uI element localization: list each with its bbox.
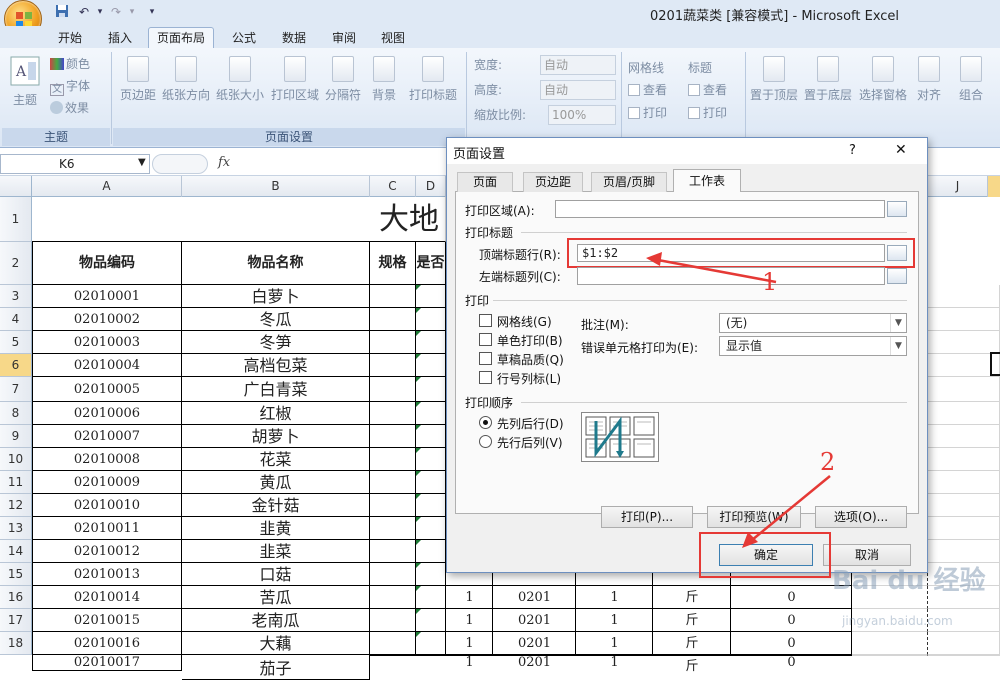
annotation-number-2: 2 [820, 448, 836, 476]
baidu-watermark-logo: Bai du 经验 [832, 566, 986, 596]
baidu-watermark-url: jingyan.baidu.com [842, 614, 953, 628]
annotation-number-1: 1 [762, 268, 778, 296]
